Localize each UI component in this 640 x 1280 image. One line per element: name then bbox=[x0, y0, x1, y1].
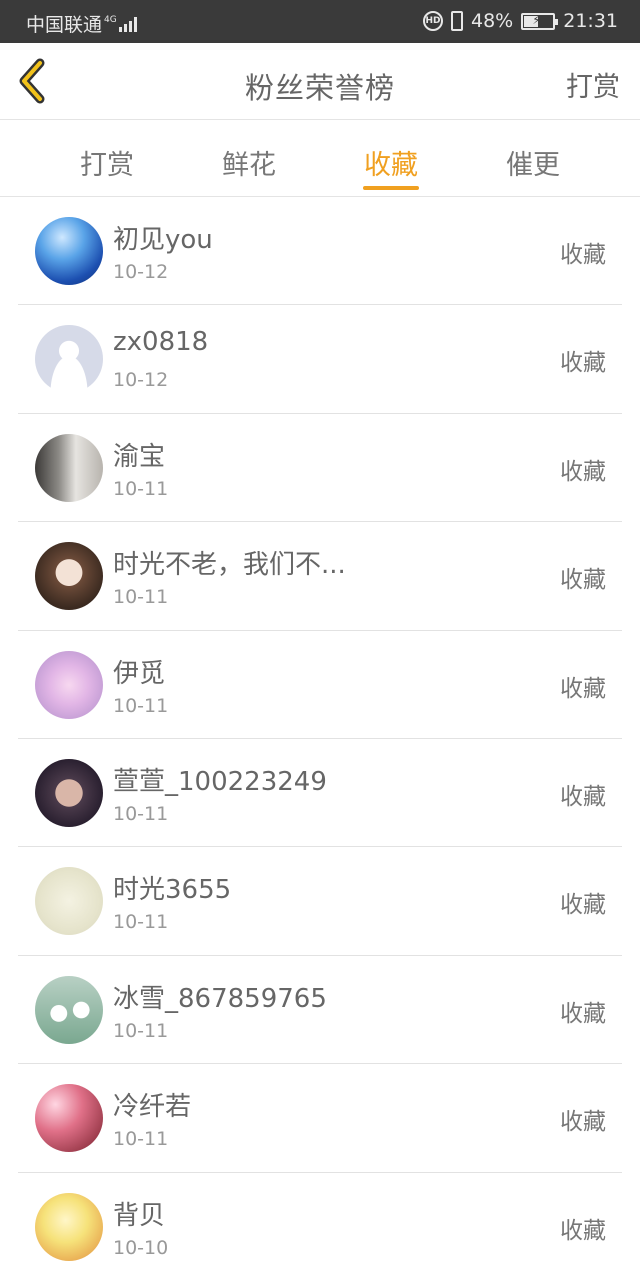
list-item[interactable]: 时光不老，我们不... 10-11 收藏 bbox=[18, 522, 622, 631]
list-item[interactable]: 时光3655 10-11 收藏 bbox=[18, 847, 622, 956]
list-item[interactable]: 萱萱_100223249 10-11 收藏 bbox=[18, 739, 622, 848]
item-action-label: 收藏 bbox=[560, 350, 606, 377]
item-date: 10-11 bbox=[113, 694, 169, 717]
avatar[interactable] bbox=[35, 650, 103, 719]
tab-update-request[interactable]: 催更 bbox=[462, 121, 604, 196]
user-name: 冰雪_867859765 bbox=[113, 983, 327, 1014]
tab-tip[interactable]: 打赏 bbox=[36, 121, 178, 196]
item-action-label: 收藏 bbox=[560, 675, 606, 702]
hd-call-icon: HD bbox=[423, 11, 443, 31]
page-title: 粉丝荣誉榜 bbox=[244, 71, 395, 105]
item-action-label: 收藏 bbox=[560, 1109, 606, 1136]
tab-label: 打赏 bbox=[80, 150, 134, 181]
user-name: 时光不老，我们不... bbox=[113, 550, 346, 581]
user-name: 背贝 bbox=[113, 1200, 166, 1231]
tip-button[interactable]: 打赏 bbox=[566, 65, 620, 104]
list-item[interactable]: 伊觅 10-11 收藏 bbox=[18, 631, 622, 739]
item-action-label: 收藏 bbox=[560, 892, 606, 919]
item-date: 10-11 bbox=[113, 586, 169, 609]
user-name: 渝宝 bbox=[113, 441, 166, 472]
item-date: 10-11 bbox=[113, 1019, 169, 1042]
avatar[interactable] bbox=[35, 1192, 103, 1261]
list-item[interactable]: 冰雪_867859765 10-11 收藏 bbox=[18, 956, 622, 1065]
item-date: 10-12 bbox=[113, 261, 169, 283]
tab-label: 鲜花 bbox=[222, 150, 276, 181]
item-date: 10-11 bbox=[113, 911, 169, 934]
avatar[interactable] bbox=[35, 975, 103, 1044]
list-item[interactable]: 初见you 10-12 收藏 bbox=[18, 197, 622, 306]
list-item[interactable]: 渝宝 10-11 收藏 bbox=[18, 414, 622, 523]
vibrate-icon bbox=[451, 11, 463, 31]
charging-icon: ⚡ bbox=[532, 12, 541, 27]
item-date: 10-12 bbox=[113, 369, 169, 392]
item-date: 10-11 bbox=[113, 477, 169, 500]
tab-label: 催更 bbox=[506, 150, 560, 181]
item-action-label: 收藏 bbox=[560, 1000, 606, 1027]
avatar[interactable] bbox=[35, 758, 103, 827]
tab-favorites[interactable]: 收藏 bbox=[320, 121, 462, 196]
network-type: 4G bbox=[104, 15, 117, 25]
battery-percent: 48% bbox=[471, 10, 514, 32]
app-header: 粉丝荣誉榜 打赏 bbox=[0, 43, 640, 120]
status-bar: 中国联通 4G HD 48% ⚡ 21:31 bbox=[0, 0, 640, 43]
clock: 21:31 bbox=[563, 10, 618, 32]
user-name: 时光3655 bbox=[113, 875, 232, 906]
status-icons: HD 48% ⚡ 21:31 bbox=[423, 10, 618, 32]
list-item[interactable]: 背贝 10-10 收藏 bbox=[18, 1173, 622, 1280]
list-item[interactable]: zx0818 10-12 收藏 bbox=[18, 305, 622, 414]
item-date: 10-10 bbox=[113, 1236, 169, 1259]
carrier-name: 中国联通 bbox=[26, 14, 103, 36]
user-name: 伊觅 bbox=[113, 658, 166, 689]
item-date: 10-11 bbox=[113, 802, 169, 825]
carrier-info: 中国联通 4G bbox=[26, 10, 137, 37]
avatar[interactable] bbox=[35, 217, 103, 285]
avatar[interactable] bbox=[35, 867, 103, 936]
user-name: 初见you bbox=[113, 225, 213, 255]
avatar[interactable] bbox=[35, 542, 103, 611]
battery-icon: ⚡ bbox=[521, 12, 559, 30]
user-name: zx0818 bbox=[113, 327, 209, 358]
item-date: 10-11 bbox=[113, 1128, 169, 1151]
fan-list: 初见you 10-12 收藏 zx0818 10-12 收藏 渝宝 10-11 收藏 时光不老，我… bbox=[0, 197, 640, 1280]
tab-bar: 打赏 鲜花 收藏 催更 bbox=[0, 121, 640, 197]
tab-label: 收藏 bbox=[364, 150, 418, 181]
item-action-label: 收藏 bbox=[560, 567, 606, 594]
avatar[interactable] bbox=[35, 433, 103, 502]
list-item[interactable]: 冷纤若 10-11 收藏 bbox=[18, 1064, 622, 1173]
avatar[interactable] bbox=[35, 325, 103, 394]
item-action-label: 收藏 bbox=[560, 458, 606, 485]
tab-flowers[interactable]: 鲜花 bbox=[178, 121, 320, 196]
user-name: 冷纤若 bbox=[113, 1092, 192, 1123]
item-action-label: 收藏 bbox=[560, 1217, 606, 1244]
item-action-label: 收藏 bbox=[560, 242, 606, 268]
signal-icon bbox=[118, 16, 137, 32]
item-action-label: 收藏 bbox=[560, 783, 606, 810]
avatar[interactable] bbox=[35, 1084, 103, 1153]
user-name: 萱萱_100223249 bbox=[113, 766, 327, 797]
